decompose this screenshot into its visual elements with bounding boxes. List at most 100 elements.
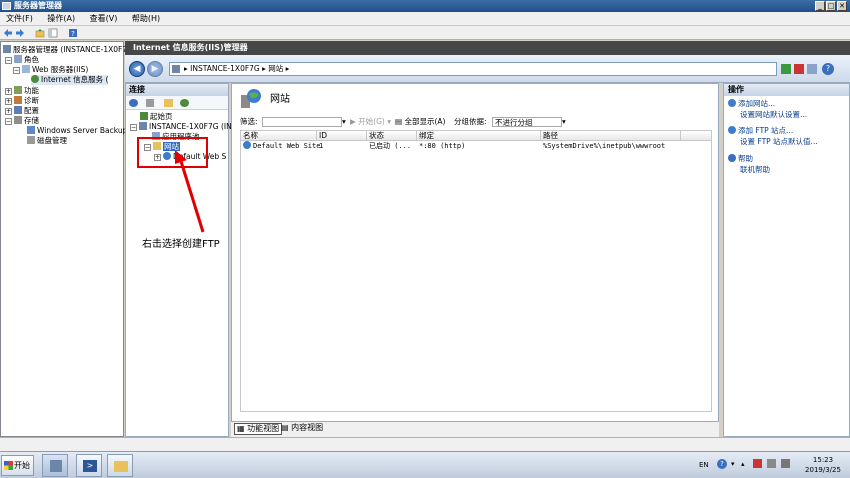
collapse-icon[interactable]: −	[5, 118, 12, 125]
annotation-arrow	[175, 150, 205, 233]
up-folder-icon[interactable]	[35, 28, 45, 38]
annotation-text: 右击选择创建FTP	[142, 239, 220, 250]
column-header-binding[interactable]: 绑定	[417, 131, 541, 141]
tree-item-web-server[interactable]: − Web 服务器(IIS)	[13, 65, 88, 75]
tray-expand-icon[interactable]: ▾	[731, 460, 735, 468]
connections-toolbar	[126, 96, 228, 110]
tree-item-roles[interactable]: − 角色	[5, 55, 39, 65]
diagnostics-icon	[14, 96, 22, 104]
disk-icon	[27, 136, 35, 144]
action-online-help[interactable]: 联机帮助	[740, 165, 770, 175]
tree-item-disk-management[interactable]: 磁盘管理	[27, 136, 67, 146]
configuration-icon	[14, 106, 22, 114]
window-title-bar: 服务器管理器 _ □ ✕	[0, 0, 850, 12]
start-filter-button[interactable]: ▶ 开始(G) ▾	[350, 116, 391, 128]
nav-back-button[interactable]: ◀	[129, 61, 145, 77]
menu-action[interactable]: 操作(A)	[47, 14, 75, 23]
flag-icon[interactable]	[753, 459, 762, 468]
up-level-icon[interactable]	[164, 99, 173, 107]
column-header-status[interactable]: 状态	[367, 131, 417, 141]
refresh-icon[interactable]	[781, 64, 791, 74]
column-header-name[interactable]: 名称	[241, 131, 317, 141]
cell-status: 已启动 (...	[369, 142, 412, 150]
action-set-ftp-defaults[interactable]: 设置 FTP 站点默认值...	[740, 137, 818, 147]
tree-item-server-manager[interactable]: 服务器管理器 (INSTANCE-1X0F7	[3, 45, 127, 55]
tree-item-configuration[interactable]: + 配置	[5, 106, 39, 116]
start-button[interactable]: 开始	[1, 455, 34, 476]
collapse-icon[interactable]: −	[13, 67, 20, 74]
save-icon[interactable]	[146, 99, 154, 107]
expand-icon[interactable]: +	[5, 108, 12, 115]
tree-item-storage[interactable]: − 存储	[5, 116, 39, 126]
address-segment-server[interactable]: INSTANCE-1X0F7G	[190, 64, 260, 73]
menu-view[interactable]: 查看(V)	[90, 14, 118, 23]
filter-bar: 筛选: ▾ ▶ 开始(G) ▾ ▤ 全部显示(A) 分组依据: 不进行分组 ▾	[240, 116, 715, 128]
help-dropdown-icon[interactable]: ?	[822, 63, 834, 75]
group-by-label: 分组依据:	[454, 117, 487, 126]
filter-dropdown-icon[interactable]: ▾	[342, 116, 346, 128]
back-arrow-icon[interactable]	[3, 28, 13, 38]
address-segment-sites[interactable]: 网站	[268, 64, 283, 73]
expand-icon[interactable]: +	[5, 98, 12, 105]
connect-icon[interactable]	[129, 99, 138, 107]
tree-item-iis-manager[interactable]: Internet 信息服务 (	[31, 75, 109, 85]
remove-connection-icon[interactable]	[180, 99, 189, 107]
filter-input[interactable]	[262, 117, 342, 127]
show-all-button[interactable]: ▤ 全部显示(A)	[395, 116, 445, 128]
forward-arrow-icon[interactable]	[15, 28, 25, 38]
server-icon	[3, 45, 11, 53]
tab-features-view[interactable]: ▦ 功能视图	[234, 423, 283, 435]
nav-forward-button[interactable]: ▶	[147, 61, 163, 77]
action-set-website-defaults[interactable]: 设置网站默认设置...	[740, 110, 807, 120]
roles-icon	[14, 55, 22, 63]
start-label: 开始	[14, 461, 30, 470]
address-path[interactable]: ▸ INSTANCE-1X0F7G ▸ 网站 ▸	[169, 62, 777, 76]
actions-title: 操作	[724, 84, 849, 96]
close-button[interactable]: ✕	[837, 1, 847, 11]
clock-date[interactable]: 2019/3/25	[801, 466, 845, 474]
tree-item-windows-server-backup[interactable]: Windows Server Backup	[27, 126, 127, 136]
language-indicator[interactable]: EN	[699, 461, 709, 469]
home-icon[interactable]	[807, 64, 817, 74]
network-icon[interactable]	[767, 459, 776, 468]
expand-icon[interactable]: +	[5, 88, 12, 95]
server-icon	[139, 122, 147, 130]
clock-time[interactable]: 15:23	[803, 456, 843, 464]
cell-path: %SystemDrive%\inetpub\wwwroot	[543, 142, 666, 150]
taskbar-explorer[interactable]	[107, 454, 133, 477]
conn-item-start-page[interactable]: 起始页	[140, 112, 173, 122]
action-add-ftp-site[interactable]: 添加 FTP 站点...	[728, 126, 793, 136]
taskbar-server-manager[interactable]	[42, 454, 68, 477]
column-header-path[interactable]: 路径	[541, 131, 681, 141]
stop-icon[interactable]	[794, 64, 804, 74]
collapse-icon[interactable]: −	[5, 57, 12, 64]
ftp-globe-icon	[728, 126, 736, 134]
help-tray-icon[interactable]: ?	[717, 459, 727, 469]
tray-arrow-icon[interactable]: ▴	[741, 460, 745, 468]
minimize-button[interactable]: _	[815, 1, 825, 11]
group-by-dropdown-icon[interactable]: ▾	[562, 116, 566, 128]
volume-icon[interactable]	[781, 459, 790, 468]
status-bar	[0, 437, 850, 451]
taskbar-powershell[interactable]: >	[76, 454, 102, 477]
group-by-select[interactable]: 不进行分组	[492, 117, 562, 127]
view-tabs: ▦ 功能视图 ▤ 内容视图	[231, 422, 719, 437]
action-help[interactable]: 帮助	[728, 154, 753, 164]
show-hide-tree-icon[interactable]	[48, 28, 58, 38]
help-icon[interactable]: ?	[68, 28, 78, 38]
action-add-website[interactable]: 添加网站...	[728, 99, 775, 109]
menu-help[interactable]: 帮助(H)	[132, 14, 160, 23]
tree-item-features[interactable]: + 功能	[5, 86, 39, 96]
menu-file[interactable]: 文件(F)	[6, 14, 33, 23]
column-header-id[interactable]: ID	[317, 131, 367, 141]
server-manager-icon	[2, 2, 11, 10]
maximize-button[interactable]: □	[826, 1, 836, 11]
sites-content-panel: 网站 筛选: ▾ ▶ 开始(G) ▾ ▤ 全部显示(A) 分组依据: 不进行分组…	[231, 83, 719, 422]
tab-content-view[interactable]: ▤ 内容视图	[279, 423, 325, 435]
tree-item-diagnostics[interactable]: + 诊断	[5, 96, 39, 106]
collapse-icon[interactable]: −	[130, 124, 137, 131]
folder-icon	[114, 461, 128, 472]
svg-text:?: ?	[71, 30, 75, 38]
conn-item-server[interactable]: − INSTANCE-1X0F7G (INS	[130, 122, 236, 132]
windows-logo-icon	[4, 461, 13, 470]
